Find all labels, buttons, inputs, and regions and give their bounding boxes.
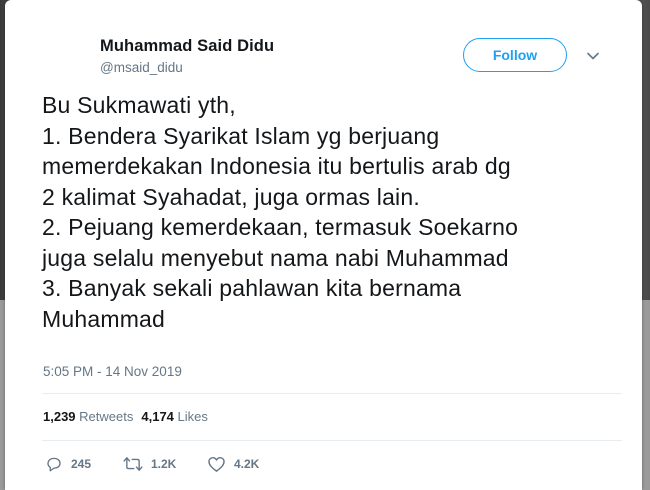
- tweet-actions: 245 1.2K 4.2K: [45, 455, 259, 473]
- reply-icon: [47, 457, 61, 472]
- retweets-stat[interactable]: 1,239 Retweets: [43, 409, 133, 424]
- tweet-card: Muhammad Said Didu @msaid_didu Follow Bu…: [5, 0, 642, 490]
- tweet-text-line: 2. Pejuang kemerdekaan, termasuk Soekarn…: [42, 214, 519, 240]
- tweet-timestamp[interactable]: 5:05 PM - 14 Nov 2019: [43, 364, 182, 379]
- retweets-count: 1,239: [43, 409, 76, 424]
- reply-button[interactable]: 245: [45, 455, 123, 473]
- avatar[interactable]: [41, 32, 93, 84]
- tweet-text: Bu Sukmawati yth, 1. Bendera Syarikat Is…: [42, 90, 622, 334]
- chevron-down-icon[interactable]: [585, 48, 601, 64]
- retweet-count: 1.2K: [151, 457, 177, 471]
- retweet-icon: [123, 457, 143, 471]
- heart-icon: [208, 456, 225, 472]
- likes-count: 4,174: [141, 409, 174, 424]
- retweet-button[interactable]: 1.2K: [123, 455, 207, 473]
- reply-count: 245: [71, 457, 92, 471]
- tweet-text-line: juga selalu menyebut nama nabi Muhammad: [42, 244, 509, 271]
- tweet-text-line: Muhammad: [42, 305, 166, 332]
- divider: [42, 393, 622, 394]
- likes-stat[interactable]: 4,174 Likes: [141, 409, 208, 424]
- tweet-text-line: 2 kalimat Syahadat, juga ormas lain.: [42, 183, 420, 210]
- retweets-label: Retweets: [79, 409, 134, 424]
- like-count: 4.2K: [234, 457, 260, 471]
- author-name[interactable]: Muhammad Said Didu: [100, 37, 274, 56]
- follow-button[interactable]: Follow: [463, 38, 567, 72]
- tweet-text-line: Bu Sukmawati yth,: [42, 92, 236, 118]
- tweet-text-line: 3. Banyak sekali pahlawan kita bernama: [42, 275, 462, 301]
- tweet-stats: 1,239 Retweets 4,174 Likes: [43, 409, 208, 424]
- like-button[interactable]: 4.2K: [207, 455, 259, 473]
- divider: [42, 440, 622, 441]
- author-handle[interactable]: @msaid_didu: [100, 60, 183, 75]
- tweet-text-line: 1. Bendera Syarikat Islam yg berjuang: [42, 122, 440, 149]
- tweet-text-line: memerdekakan Indonesia itu bertulis arab…: [42, 153, 511, 179]
- likes-label: Likes: [177, 409, 208, 424]
